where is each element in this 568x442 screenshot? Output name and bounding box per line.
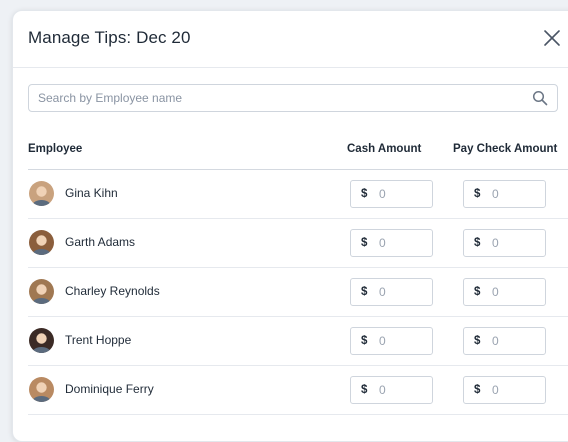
avatar-photo-icon (29, 328, 54, 353)
paycheck-amount-field: $ (463, 229, 546, 257)
paycheck-amount-input[interactable] (492, 182, 540, 206)
paycheck-amount-field: $ (463, 278, 546, 306)
paycheck-amount-input[interactable] (492, 378, 540, 402)
cash-amount-input[interactable] (379, 231, 427, 255)
paycheck-amount-input[interactable] (492, 231, 540, 255)
employee-name: Garth Adams (65, 235, 136, 249)
search-box (28, 84, 558, 112)
avatar (29, 230, 54, 255)
currency-symbol: $ (474, 335, 481, 347)
employee-name: Trent Hoppe (65, 333, 132, 347)
avatar-photo-icon (29, 279, 54, 304)
search-icon[interactable] (532, 90, 548, 106)
column-header-cash-amount: Cash Amount (347, 143, 422, 155)
cash-amount-input[interactable] (379, 182, 427, 206)
currency-symbol: $ (361, 384, 368, 396)
paycheck-amount-field: $ (463, 180, 546, 208)
close-icon (544, 30, 560, 46)
avatar (29, 181, 54, 206)
currency-symbol: $ (474, 286, 481, 298)
close-button[interactable] (541, 27, 563, 49)
cash-amount-field: $ (350, 327, 433, 355)
paycheck-amount-input[interactable] (492, 329, 540, 353)
paycheck-amount-input[interactable] (492, 280, 540, 304)
currency-symbol: $ (474, 237, 481, 249)
cash-amount-input[interactable] (379, 280, 427, 304)
table-header: Employee Cash Amount Pay Check Amount (28, 139, 568, 170)
cash-amount-input[interactable] (379, 378, 427, 402)
modal-title: Manage Tips: Dec 20 (28, 28, 191, 47)
avatar (29, 377, 54, 402)
avatar-photo-icon (29, 230, 54, 255)
avatar (29, 279, 54, 304)
cash-amount-field: $ (350, 229, 433, 257)
paycheck-amount-field: $ (463, 327, 546, 355)
table-row: Gina Kihn $ $ (28, 170, 568, 219)
employee-name: Dominique Ferry (65, 382, 154, 396)
employee-name: Charley Reynolds (65, 284, 160, 298)
search-input[interactable] (38, 85, 518, 111)
currency-symbol: $ (361, 335, 368, 347)
table-row: Garth Adams $ $ (28, 219, 568, 268)
column-header-employee: Employee (28, 143, 83, 155)
avatar-photo-icon (29, 377, 54, 402)
table-row: Charley Reynolds $ $ (28, 268, 568, 317)
column-header-pay-check-amount: Pay Check Amount (453, 143, 558, 155)
avatar-photo-icon (29, 181, 54, 206)
employee-name: Gina Kihn (65, 186, 118, 200)
currency-symbol: $ (361, 286, 368, 298)
currency-symbol: $ (361, 237, 368, 249)
cash-amount-field: $ (350, 180, 433, 208)
table-row: Dominique Ferry $ $ (28, 366, 568, 415)
manage-tips-modal: Manage Tips: Dec 20 Employee Cash Amount… (12, 10, 568, 442)
avatar (29, 328, 54, 353)
cash-amount-field: $ (350, 278, 433, 306)
currency-symbol: $ (474, 188, 481, 200)
employee-rows: Gina Kihn $ $ Garth Adams $ $ (28, 170, 568, 415)
cash-amount-field: $ (350, 376, 433, 404)
currency-symbol: $ (474, 384, 481, 396)
currency-symbol: $ (361, 188, 368, 200)
cash-amount-input[interactable] (379, 329, 427, 353)
modal-header: Manage Tips: Dec 20 (13, 11, 568, 68)
paycheck-amount-field: $ (463, 376, 546, 404)
table-row: Trent Hoppe $ $ (28, 317, 568, 366)
